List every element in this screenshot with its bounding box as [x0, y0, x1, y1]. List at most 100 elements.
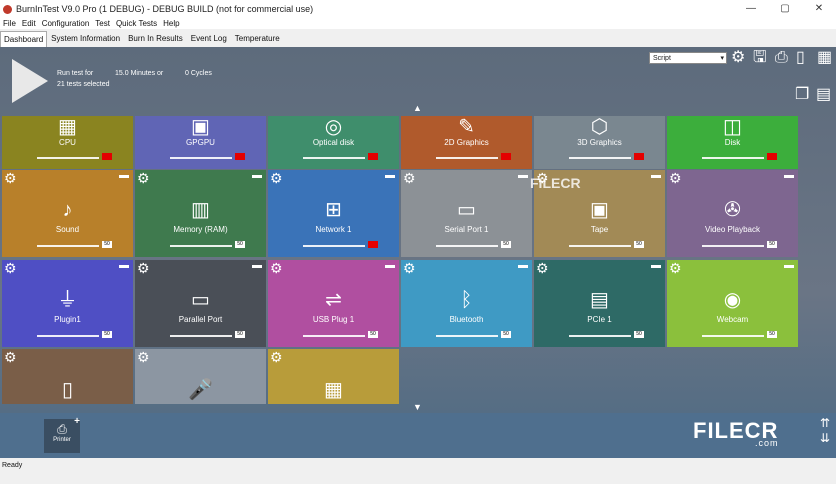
test-tile[interactable]: ▣ GPGPU — [135, 116, 266, 169]
tab-event-log[interactable]: Event Log — [187, 30, 231, 47]
test-tile[interactable]: ⚙ ▯ — [2, 349, 133, 404]
test-tile[interactable]: ⚙ ▭ Parallel Port 50 — [135, 260, 266, 347]
collapse-down-icon[interactable]: ⇊ — [820, 430, 830, 446]
tile-progress-bar — [303, 245, 365, 247]
tile-view-icon[interactable]: ❐ — [795, 87, 809, 103]
menu-file[interactable]: File — [0, 18, 19, 29]
printer-icon[interactable]: ⎙ — [775, 50, 788, 66]
printer-device-button[interactable]: + ⎙ Printer — [44, 416, 80, 453]
tile-minimize-button[interactable] — [252, 265, 262, 268]
tile-progress-bar — [569, 245, 631, 247]
test-tile[interactable]: ⬡ 3D Graphics — [534, 116, 665, 169]
tile-minimize-button[interactable] — [252, 175, 262, 178]
film-reel-icon: ✇ — [724, 199, 741, 221]
tile-minimize-button[interactable] — [119, 265, 129, 268]
test-tile[interactable]: ⚙ ▦ — [268, 349, 399, 404]
menu-quick-tests[interactable]: Quick Tests — [113, 18, 160, 29]
minimize-button[interactable]: — — [734, 0, 768, 18]
tile-minimize-button[interactable] — [651, 265, 661, 268]
tile-name: Parallel Port — [178, 315, 223, 324]
window-controls: — ▢ ✕ — [734, 0, 836, 18]
tile-settings-gear-icon[interactable]: ⚙ — [137, 261, 150, 275]
tests-selected: 21 tests selected — [57, 81, 110, 88]
tile-name: Memory (RAM) — [173, 225, 228, 234]
test-tile[interactable]: ⚙ ⇌ USB Plug 1 50 — [268, 260, 399, 347]
menu-configuration[interactable]: Configuration — [39, 18, 93, 29]
tile-name: Serial Port 1 — [444, 225, 489, 234]
test-tile[interactable]: ⚙ ▭ Serial Port 1 50 — [401, 170, 532, 257]
tile-minimize-button[interactable] — [119, 175, 129, 178]
tile-error-badge — [634, 153, 644, 160]
tile-progress-bar — [303, 157, 365, 159]
menu-test[interactable]: Test — [92, 18, 113, 29]
menu-edit[interactable]: Edit — [19, 18, 39, 29]
microphone-icon: 🎤 — [188, 379, 213, 401]
test-tile[interactable]: ⚙ 🎤 — [135, 349, 266, 404]
printer-label: Printer — [53, 437, 71, 443]
tile-minimize-button[interactable] — [518, 175, 528, 178]
scroll-up-arrow-icon[interactable]: ▲ — [413, 103, 422, 113]
tile-progress-bar — [569, 335, 631, 337]
bluetooth-icon: ᛒ — [460, 289, 473, 311]
menu-help[interactable]: Help — [160, 18, 182, 29]
tile-settings-gear-icon[interactable]: ⚙ — [403, 171, 416, 185]
test-tile[interactable]: ⚙ ⊞ Network 1 — [268, 170, 399, 257]
tile-minimize-button[interactable] — [784, 265, 794, 268]
tile-minimize-button[interactable] — [385, 175, 395, 178]
tab-temperature[interactable]: Temperature — [231, 30, 284, 47]
test-tile[interactable]: ⚙ ⏚ Plugin1 50 — [2, 260, 133, 347]
tile-minimize-button[interactable] — [385, 265, 395, 268]
tile-name: CPU — [59, 138, 76, 147]
maximize-button[interactable]: ▢ — [768, 0, 802, 18]
tile-settings-gear-icon[interactable]: ⚙ — [270, 350, 283, 364]
save-icon[interactable]: 🖫 — [753, 50, 767, 66]
tile-minimize-button[interactable] — [784, 175, 794, 178]
test-tile[interactable]: ▦ CPU — [2, 116, 133, 169]
tile-settings-gear-icon[interactable]: ⚙ — [270, 171, 283, 185]
tile-name: 3D Graphics — [577, 138, 622, 147]
scroll-down-arrow-icon[interactable]: ▼ — [413, 402, 422, 412]
tile-duty-badge: 50 — [368, 331, 378, 338]
test-tile[interactable]: ⚙ ♪ Sound 50 — [2, 170, 133, 257]
hard-disk-icon: ◫ — [723, 116, 742, 138]
test-tile[interactable]: ⚙ ✇ Video Playback 50 — [667, 170, 798, 257]
tile-settings-gear-icon[interactable]: ⚙ — [403, 261, 416, 275]
test-tile[interactable]: ⚙ ◉ Webcam 50 — [667, 260, 798, 347]
tab-system-information[interactable]: System Information — [47, 30, 124, 47]
tile-error-badge — [501, 153, 511, 160]
play-icon[interactable] — [12, 59, 48, 103]
settings-gear-icon[interactable]: ⚙ — [731, 50, 745, 66]
expand-up-icon[interactable]: ⇈ — [820, 415, 830, 431]
tab-dashboard[interactable]: Dashboard — [0, 31, 48, 47]
test-tile[interactable]: ✎ 2D Graphics — [401, 116, 532, 169]
tile-progress-bar — [702, 245, 764, 247]
test-tile[interactable]: ⚙ ▤ PCIe 1 50 — [534, 260, 665, 347]
test-tile[interactable]: ◫ Disk — [667, 116, 798, 169]
tile-settings-gear-icon[interactable]: ⚙ — [4, 350, 17, 364]
tile-minimize-button[interactable] — [651, 175, 661, 178]
clipboard-icon[interactable]: ▯ — [796, 50, 805, 66]
test-tile[interactable]: ⚙ ▥ Memory (RAM) 50 — [135, 170, 266, 257]
script-select[interactable]: Script — [649, 52, 727, 65]
list-view-icon[interactable]: ▤ — [816, 87, 831, 103]
tile-settings-gear-icon[interactable]: ⚙ — [4, 261, 17, 275]
tile-error-badge — [235, 153, 245, 160]
tile-minimize-button[interactable] — [518, 265, 528, 268]
add-icon[interactable]: + — [74, 416, 80, 427]
tile-progress-bar — [303, 335, 365, 337]
grid-view-icon[interactable]: ▦ — [817, 50, 832, 66]
tile-duty-badge: 50 — [235, 241, 245, 248]
test-tile[interactable]: ◎ Optical disk — [268, 116, 399, 169]
tab-burn-in-results[interactable]: Burn In Results — [124, 30, 187, 47]
close-button[interactable]: ✕ — [802, 0, 836, 18]
tile-settings-gear-icon[interactable]: ⚙ — [137, 350, 150, 364]
tile-settings-gear-icon[interactable]: ⚙ — [137, 171, 150, 185]
tile-settings-gear-icon[interactable]: ⚙ — [4, 171, 17, 185]
tile-settings-gear-icon[interactable]: ⚙ — [669, 261, 682, 275]
tile-settings-gear-icon[interactable]: ⚙ — [270, 261, 283, 275]
ram-module-icon: ▥ — [191, 199, 210, 221]
tile-settings-gear-icon[interactable]: ⚙ — [669, 171, 682, 185]
test-tile[interactable]: ⚙ ᛒ Bluetooth 50 — [401, 260, 532, 347]
tile-name: PCIe 1 — [587, 315, 612, 324]
tile-settings-gear-icon[interactable]: ⚙ — [536, 261, 549, 275]
